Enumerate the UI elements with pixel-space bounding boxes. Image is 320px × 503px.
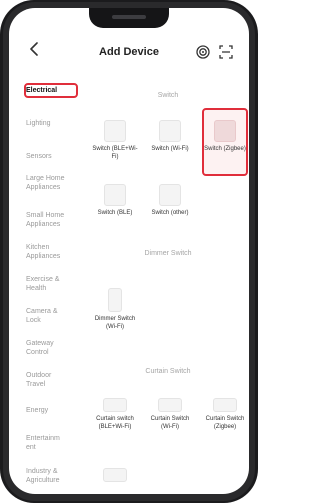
device-label: Curtain Switch (Wi-Fi) [150, 416, 190, 430]
device-label: Curtain switch (BLE+Wi-Fi) [96, 416, 134, 430]
chevron-left-icon [30, 42, 38, 56]
device-label: Switch (BLE) [97, 210, 133, 216]
sidebar-item-exercise-health[interactable]: Exercise & Health [26, 275, 72, 293]
curtain-switch-icon [103, 468, 127, 482]
dimmer-switch-icon [108, 288, 122, 312]
device-label: Switch (Zigbee) [204, 146, 246, 152]
wifi-scan-icon [196, 45, 210, 59]
device-curtain-switch-ble-wifi[interactable]: Curtain switch (BLE+Wi-Fi) [92, 398, 138, 431]
sidebar-item-electrical[interactable]: Electrical [26, 86, 86, 95]
screen: Add Device Electrical Lighting Sensors L… [9, 8, 249, 494]
device-switch-zigbee[interactable]: Switch (Zigbee) [202, 120, 248, 153]
sidebar-item-camera-lock[interactable]: Camera & Lock [26, 307, 66, 325]
qr-scan-button[interactable] [219, 45, 233, 59]
category-sidebar: Electrical Lighting Sensors Large Home A… [9, 68, 87, 494]
phone-frame: Add Device Electrical Lighting Sensors L… [0, 0, 258, 503]
section-title-switch: Switch [157, 92, 179, 99]
switch-panel-icon [214, 120, 236, 142]
curtain-switch-icon [103, 398, 127, 412]
switch-panel-icon [104, 120, 126, 142]
device-label: Curtain Switch (Zigbee) [205, 416, 245, 430]
section-title-curtain-switch: Curtain Switch [145, 368, 191, 375]
curtain-switch-icon [213, 398, 237, 412]
device-partial[interactable] [92, 468, 138, 482]
sidebar-item-industry-agriculture[interactable]: Industry & Agriculture [26, 467, 70, 485]
curtain-switch-icon [158, 398, 182, 412]
device-curtain-switch-wifi[interactable]: Curtain Switch (Wi-Fi) [147, 398, 193, 431]
sidebar-item-kitchen-appliances[interactable]: Kitchen Appliances [26, 243, 78, 261]
device-dimmer-switch-wifi[interactable]: Dimmer Switch (Wi-Fi) [92, 288, 138, 331]
sidebar-item-sensors[interactable]: Sensors [26, 152, 86, 161]
sidebar-item-entertainment[interactable]: Entertainment [26, 434, 62, 452]
switch-panel-icon [104, 184, 126, 206]
device-curtain-switch-zigbee[interactable]: Curtain Switch (Zigbee) [202, 398, 248, 431]
qr-scan-icon [219, 45, 233, 59]
device-switch-wifi[interactable]: Switch (Wi-Fi) [147, 120, 193, 153]
device-label: Switch (BLE+Wi-Fi) [92, 146, 138, 160]
sidebar-item-lighting[interactable]: Lighting [26, 119, 86, 128]
device-list: Switch Switch (BLE+Wi-Fi) Switch (Wi-Fi)… [87, 68, 249, 494]
device-switch-ble[interactable]: Switch (BLE) [92, 184, 138, 217]
wifi-scan-button[interactable] [196, 45, 210, 59]
device-label: Dimmer Switch (Wi-Fi) [94, 316, 136, 330]
back-button[interactable] [29, 42, 47, 62]
switch-panel-icon [159, 184, 181, 206]
sidebar-item-small-home-appliances[interactable]: Small Home Appliances [26, 211, 78, 229]
switch-panel-icon [159, 120, 181, 142]
device-label: Switch (Wi-Fi) [151, 146, 189, 152]
device-switch-ble-wifi[interactable]: Switch (BLE+Wi-Fi) [92, 120, 138, 161]
sidebar-item-gateway-control[interactable]: Gateway Control [26, 339, 66, 357]
sidebar-item-energy[interactable]: Energy [26, 406, 86, 415]
sidebar-item-outdoor-travel[interactable]: Outdoor Travel [26, 371, 66, 389]
sidebar-item-large-home-appliances[interactable]: Large Home Appliances [26, 174, 74, 192]
device-switch-other[interactable]: Switch (other) [147, 184, 193, 217]
section-title-dimmer-switch: Dimmer Switch [144, 250, 192, 257]
top-bar: Add Device [9, 38, 249, 68]
device-label: Switch (other) [151, 210, 189, 216]
speaker [112, 15, 146, 19]
